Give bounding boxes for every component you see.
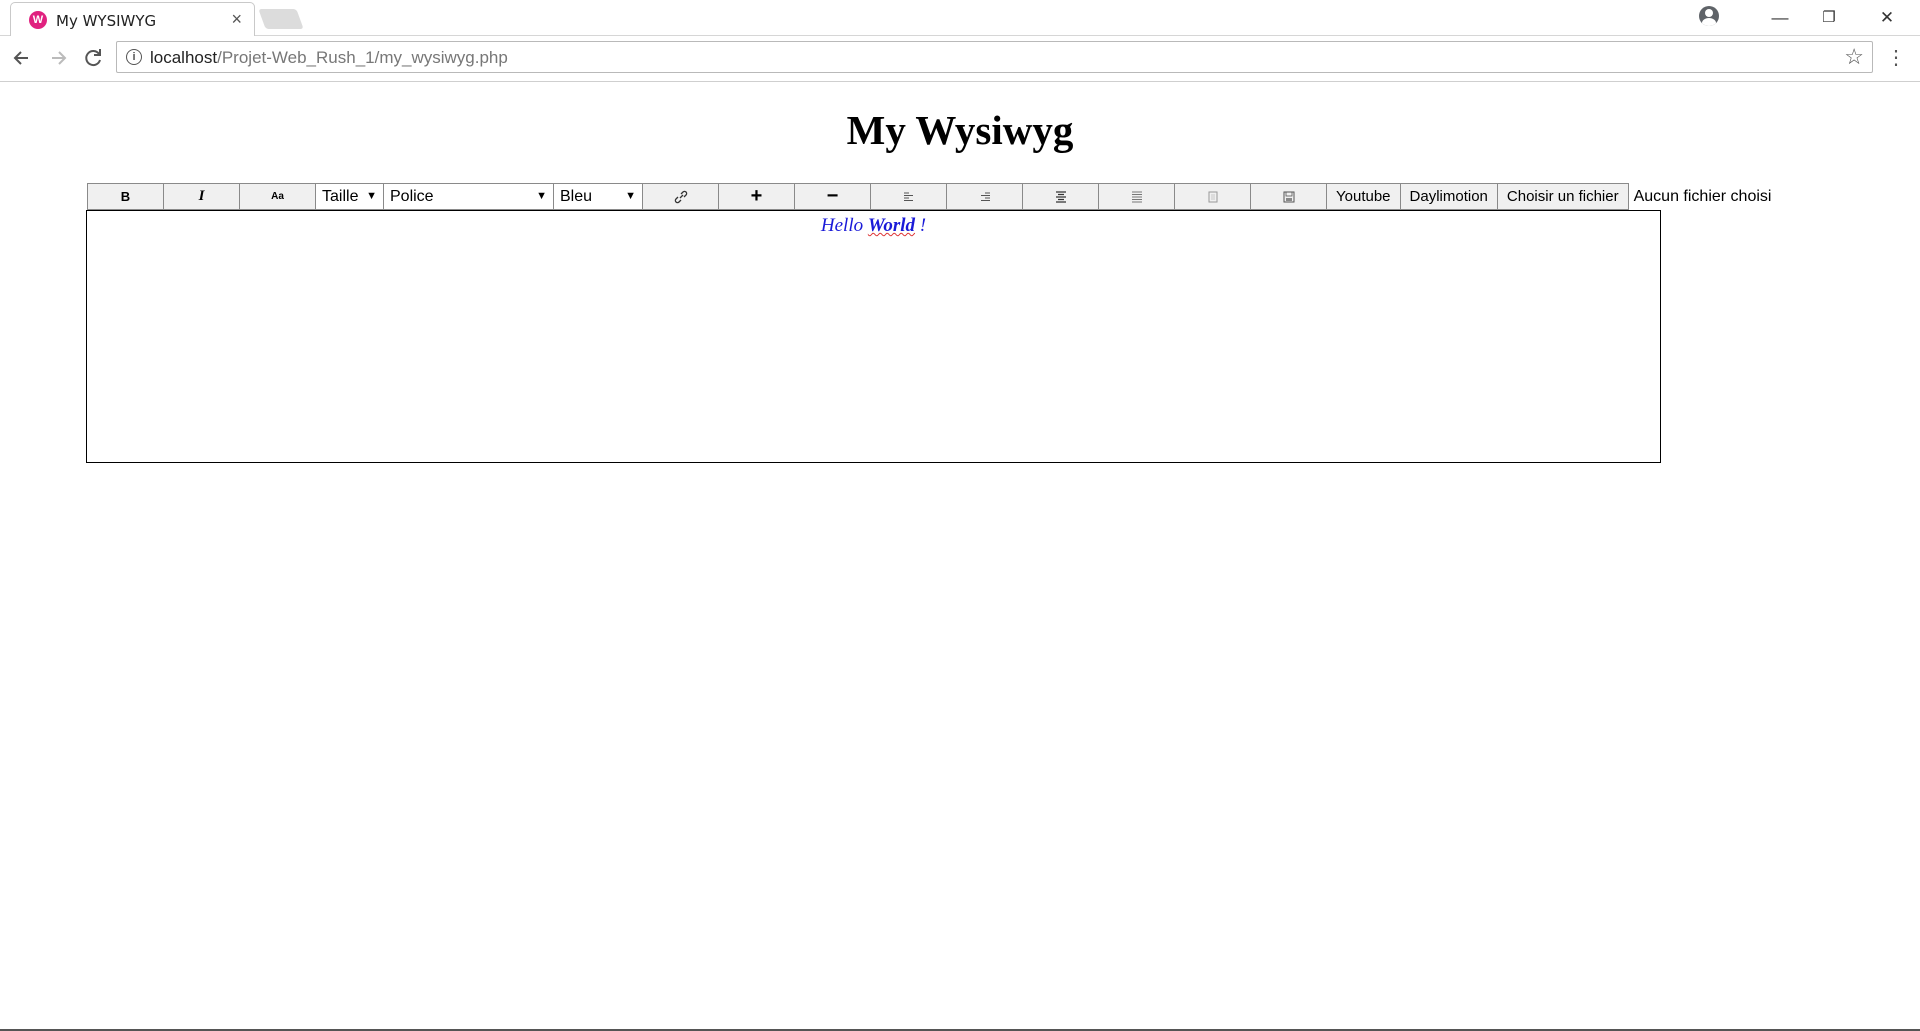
align-right-button[interactable]	[946, 183, 1023, 210]
url-text[interactable]: localhost/Projet-Web_Rush_1/my_wysiwyg.p…	[150, 48, 508, 68]
align-right-icon	[980, 192, 990, 201]
new-tab-button[interactable]	[258, 9, 304, 29]
document-button[interactable]	[1174, 183, 1251, 210]
file-status-text: Aucun fichier choisi	[1633, 187, 1772, 205]
menu-icon[interactable]: ⋮	[1886, 46, 1906, 70]
size-select[interactable]: Taille ▼	[315, 183, 384, 210]
font-select-value: Police	[390, 187, 434, 205]
dailymotion-button[interactable]: Daylimotion	[1399, 183, 1498, 210]
save-button[interactable]	[1250, 183, 1327, 210]
browser-tab[interactable]: W My WYSIWYG ×	[10, 2, 255, 36]
align-center-icon	[1055, 190, 1066, 203]
window-close-icon[interactable]: ✕	[1864, 4, 1910, 32]
tab-strip: W My WYSIWYG × — ❐ ✕	[0, 0, 1920, 36]
minimize-icon[interactable]: —	[1757, 4, 1803, 32]
decrease-size-button[interactable]: −	[794, 183, 871, 210]
editor-text-hello: Hello	[820, 215, 868, 236]
document-icon	[1208, 191, 1217, 202]
link-button[interactable]	[642, 183, 719, 210]
link-icon	[674, 190, 687, 203]
info-icon[interactable]: i	[126, 49, 142, 65]
url-host: localhost	[150, 48, 218, 67]
increase-size-button[interactable]: +	[718, 183, 795, 210]
youtube-button[interactable]: Youtube	[1326, 183, 1401, 210]
tab-title: My WYSIWYG	[56, 12, 157, 30]
editor-text-world: World	[867, 215, 916, 236]
italic-button[interactable]: I	[163, 183, 240, 210]
address-bar[interactable]: i localhost/Projet-Web_Rush_1/my_wysiwyg…	[116, 41, 1873, 73]
back-icon[interactable]	[8, 44, 36, 72]
case-button[interactable]: Aa	[239, 183, 316, 210]
align-left-button[interactable]	[870, 183, 947, 210]
editor-text-end: !	[915, 215, 927, 236]
reload-icon[interactable]	[79, 44, 107, 72]
align-left-icon	[903, 192, 913, 201]
align-center-button[interactable]	[1022, 183, 1099, 210]
choose-file-button[interactable]: Choisir un fichier	[1496, 183, 1629, 210]
justify-icon	[1131, 191, 1142, 202]
profile-icon[interactable]	[1699, 6, 1719, 26]
chevron-down-icon: ▼	[366, 190, 377, 202]
color-select-value: Bleu	[560, 187, 593, 205]
restore-icon[interactable]: ❐	[1806, 4, 1852, 32]
url-path: /Projet-Web_Rush_1/my_wysiwyg.php	[217, 48, 508, 67]
save-icon	[1283, 191, 1294, 202]
chevron-down-icon: ▼	[625, 190, 636, 202]
editor-area[interactable]: Hello World !	[86, 210, 1661, 463]
editor-toolbar: B I Aa Taille ▼ Police ▼ Bleu ▼ + − Yout…	[87, 183, 1771, 210]
color-select[interactable]: Bleu ▼	[553, 183, 643, 210]
browser-toolbar: i localhost/Projet-Web_Rush_1/my_wysiwyg…	[0, 36, 1920, 82]
chevron-down-icon: ▼	[536, 190, 547, 202]
tab-close-icon[interactable]: ×	[231, 9, 242, 30]
font-select[interactable]: Police ▼	[383, 183, 554, 210]
page-content: My Wysiwyg B I Aa Taille ▼ Police ▼ Bleu…	[0, 82, 1920, 1031]
page-title: My Wysiwyg	[846, 107, 1074, 153]
bookmark-star-icon[interactable]: ☆	[1844, 44, 1864, 70]
justify-button[interactable]	[1098, 183, 1175, 210]
wamp-icon: W	[29, 11, 47, 29]
editor-content: Hello World !	[87, 211, 1660, 237]
size-select-value: Taille	[322, 187, 359, 205]
bold-button[interactable]: B	[87, 183, 164, 210]
forward-icon[interactable]	[44, 44, 72, 72]
